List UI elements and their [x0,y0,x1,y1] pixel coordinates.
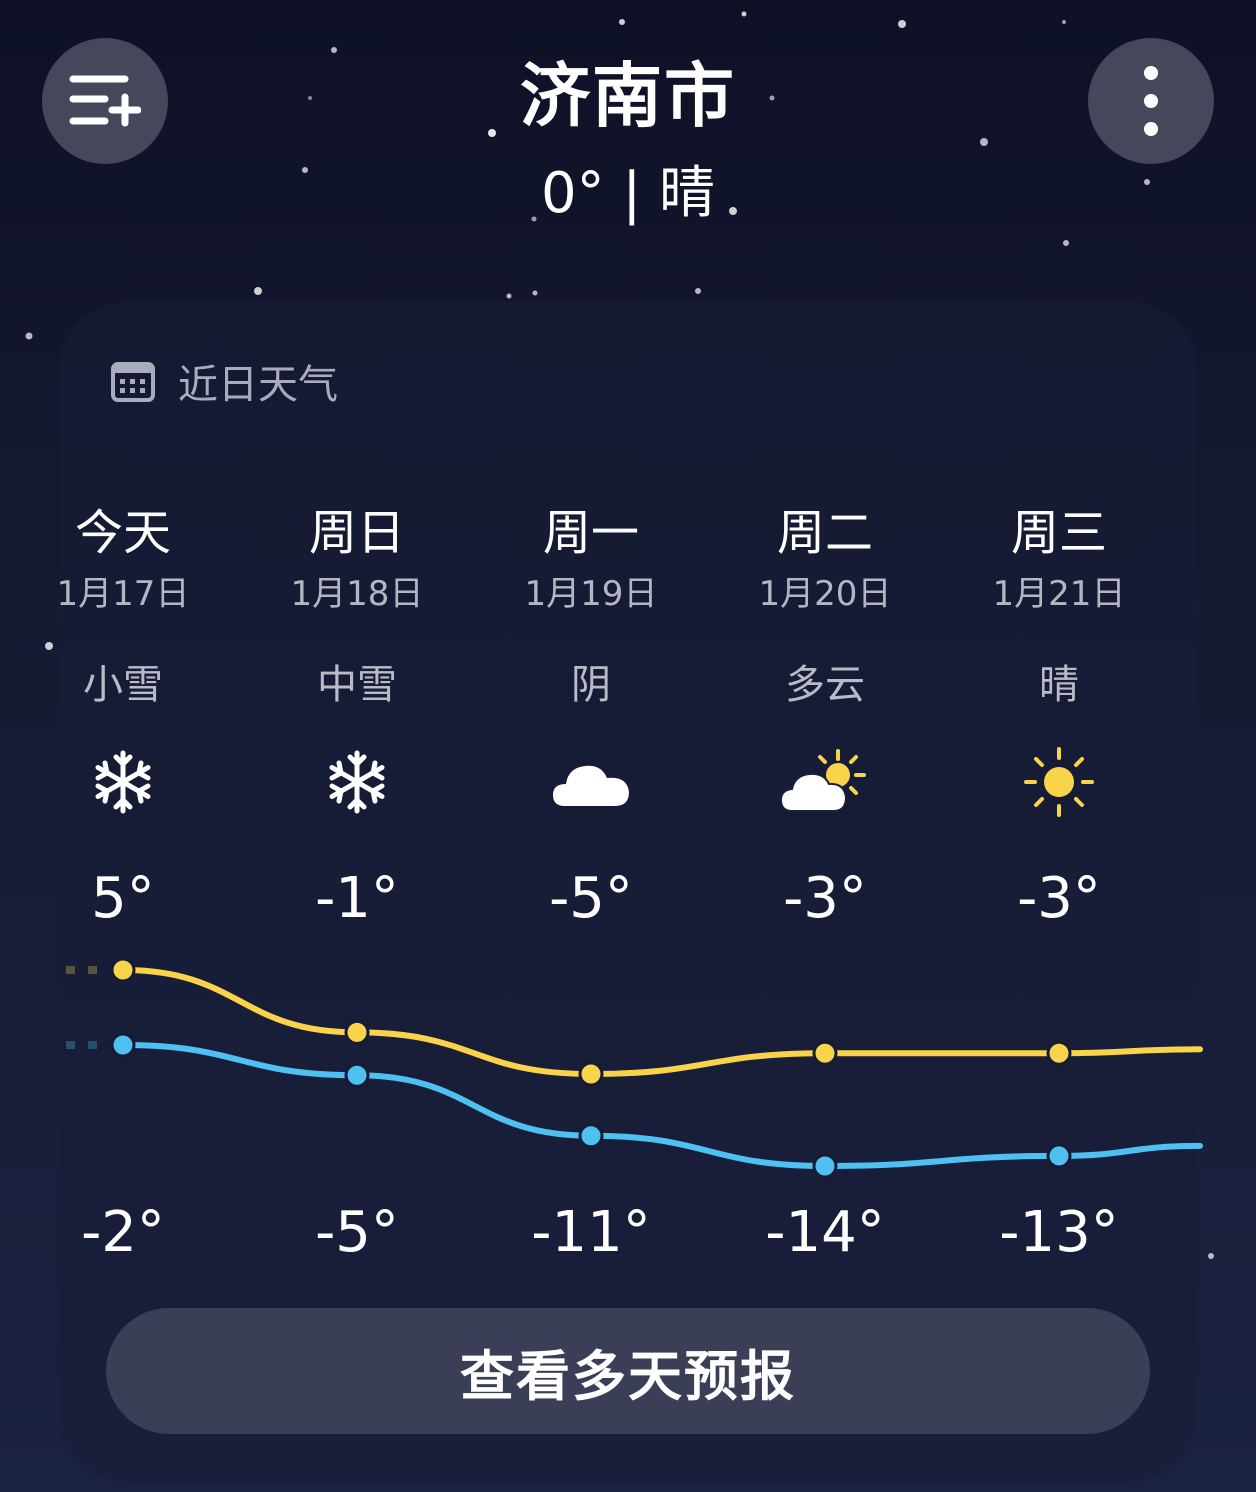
high-temp-3: -3° [783,866,867,931]
city-name: 济南市 [520,55,736,137]
current-weather: 0° | 晴 [540,161,716,226]
day-label-2: 周一 [542,505,639,561]
day-label-1: 周日 [308,505,405,561]
condition-label-1: 中雪 [317,662,397,708]
snowflake-icon [95,750,151,814]
low-temp-2: -11° [531,1200,651,1265]
date-label-3: 1月20日 [758,574,892,614]
calendar-icon [111,362,155,402]
condition-label-0: 小雪 [83,662,163,708]
day-label-3: 周二 [776,505,873,561]
weather-icon-3 [708,742,942,822]
low-temp-1: -5° [315,1200,399,1265]
cloud-icon [553,765,629,806]
low-temp-4: -13° [999,1200,1119,1265]
condition-label-4: 晴 [1039,662,1079,708]
section-title: 近日天气 [178,362,338,408]
partly-cloudy-icon [780,749,866,812]
weather-icon-0 [6,742,240,822]
date-label-1: 1月18日 [290,574,424,614]
low-temp-3: -14° [765,1200,885,1265]
date-label-2: 1月19日 [524,574,658,614]
day-label-4: 周三 [1010,505,1107,561]
condition-label-3: 多云 [785,662,865,708]
snowflake-icon [329,750,385,814]
low-temp-0: -2° [81,1200,165,1265]
date-label-0: 1月17日 [56,574,190,614]
high-temp-2: -5° [549,866,633,931]
day-label-0: 今天 [74,505,171,561]
high-temp-0: 5° [91,866,155,931]
high-temp-1: -1° [315,866,399,931]
view-multiday-forecast-button[interactable]: 查看多天预报 [106,1308,1150,1434]
high-temp-4: -3° [1017,866,1101,931]
weather-icon-2 [474,742,708,822]
condition-label-2: 阴 [571,662,611,708]
weather-icon-1 [240,742,474,822]
section-header: 近日天气 [110,352,338,410]
date-label-4: 1月21日 [992,574,1126,614]
weather-icon-4 [942,742,1176,822]
sun-icon [1024,747,1094,817]
